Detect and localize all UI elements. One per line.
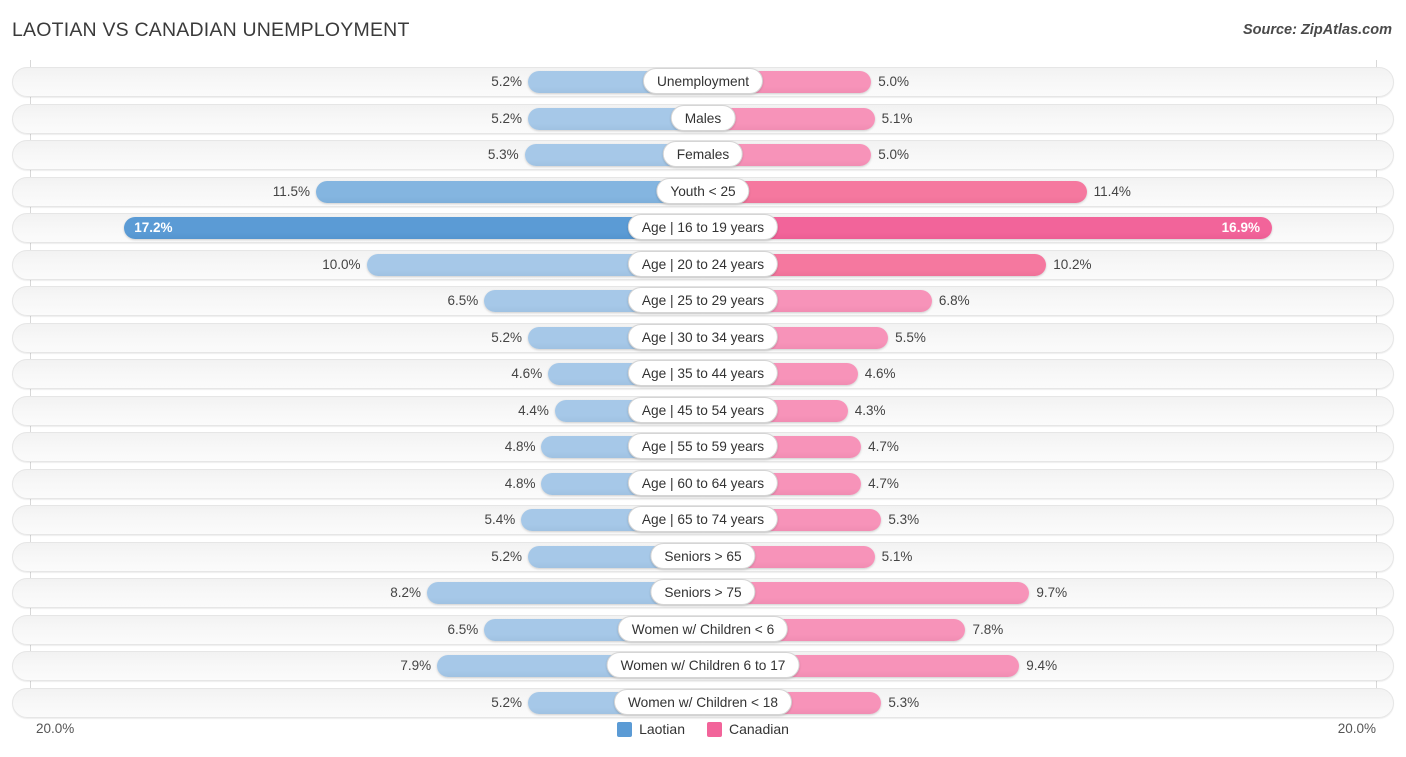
bar-value-right: 11.4%: [1093, 183, 1131, 199]
chart-row: 10.0% 10.2% Age | 20 to 24 years: [0, 247, 1406, 284]
chart-row: 11.5% 11.4% Youth < 25: [0, 174, 1406, 211]
bar-value-left: 7.9%: [400, 658, 432, 673]
bar-value-right: 10.2%: [1053, 256, 1092, 272]
chart-row: 5.2% 5.3% Women w/ Children < 18: [0, 685, 1406, 722]
bar-value-left: 4.8%: [504, 439, 536, 454]
chart-row: 6.5% 6.8% Age | 25 to 29 years: [0, 283, 1406, 320]
chart-row: 5.2% 5.1% Males: [0, 101, 1406, 138]
bar-value-right: 4.7%: [868, 475, 899, 491]
category-label[interactable]: Males: [670, 104, 736, 131]
chart-legend: Laotian Canadian: [0, 721, 1406, 737]
bar-value-right: 5.3%: [888, 694, 920, 710]
category-label[interactable]: Youth < 25: [656, 177, 750, 204]
bar-value-left: 5.3%: [487, 147, 519, 162]
bar-value-right: 6.8%: [938, 293, 970, 308]
legend-label-laotian: Laotian: [639, 721, 685, 737]
category-label[interactable]: Age | 30 to 34 years: [627, 323, 779, 350]
source-attribution: Source: ZipAtlas.com: [1242, 22, 1392, 38]
chart-plot-area: 5.2% 5.0% Unemployment 5.2% 5.1% Males 5.3% 5.0…: [0, 60, 1406, 718]
chart-row: 7.9% 9.4% Women w/ Children 6 to 17: [0, 648, 1406, 685]
chart-row: 5.3% 5.0% Females: [0, 137, 1406, 174]
bar-value-right: 16.9%: [1221, 220, 1260, 235]
page-title: LAOTIAN VS CANADIAN UNEMPLOYMENT: [12, 19, 410, 41]
chart-rows: 5.2% 5.0% Unemployment 5.2% 5.1% Males 5.3% 5.0…: [0, 64, 1406, 721]
bar-value-left: 5.2%: [491, 74, 523, 89]
chart-row: 5.4% 5.3% Age | 65 to 74 years: [0, 502, 1406, 539]
category-label[interactable]: Age | 16 to 19 years: [627, 214, 779, 240]
chart-row: 5.2% 5.0% Unemployment: [0, 64, 1406, 101]
category-label[interactable]: Unemployment: [642, 68, 764, 94]
bar-value-left: 5.4%: [484, 512, 516, 527]
legend-label-canadian: Canadian: [729, 721, 789, 737]
bar-value-left: 5.2%: [491, 329, 523, 345]
bar-value-left: 17.2%: [134, 220, 173, 235]
bar-value-left: 4.4%: [518, 402, 549, 418]
category-label[interactable]: Age | 65 to 74 years: [627, 506, 779, 532]
bar-value-left: 4.8%: [504, 475, 536, 491]
chart-row: 4.6% 4.6% Age | 35 to 44 years: [0, 356, 1406, 393]
bar-value-right: 5.3%: [888, 512, 920, 527]
bar-value-left: 5.2%: [491, 110, 523, 126]
bar-value-left: 8.2%: [390, 585, 422, 600]
category-label[interactable]: Women w/ Children < 6: [617, 615, 789, 642]
category-label[interactable]: Age | 35 to 44 years: [627, 360, 779, 386]
chart-row: 4.8% 4.7% Age | 60 to 64 years: [0, 466, 1406, 503]
bar-value-left: 6.5%: [447, 293, 479, 308]
bar-value-right: 5.0%: [878, 147, 910, 162]
category-label[interactable]: Females: [662, 141, 744, 167]
bar-value-left: 11.5%: [272, 183, 311, 199]
bar-value-right: 7.8%: [972, 621, 1004, 637]
bar-value-left: 6.5%: [447, 621, 479, 637]
bar-value-right: 5.1%: [881, 548, 913, 564]
legend-item-canadian[interactable]: Canadian: [707, 721, 789, 737]
bar-right[interactable]: [703, 180, 1087, 203]
bar-value-left: 4.6%: [511, 366, 543, 381]
bar-right[interactable]: [703, 217, 1272, 239]
category-label[interactable]: Age | 45 to 54 years: [627, 396, 779, 423]
chart-row: 8.2% 9.7% Seniors > 75: [0, 575, 1406, 612]
chart-page: LAOTIAN VS CANADIAN UNEMPLOYMENT Source:…: [0, 0, 1406, 757]
legend-swatch-laotian: [617, 721, 633, 737]
chart-row: 4.8% 4.7% Age | 55 to 59 years: [0, 429, 1406, 466]
category-label[interactable]: Women w/ Children 6 to 17: [606, 652, 800, 678]
chart-row: 6.5% 7.8% Women w/ Children < 6: [0, 612, 1406, 649]
bar-value-left: 5.2%: [491, 548, 523, 564]
category-label[interactable]: Age | 60 to 64 years: [627, 469, 779, 496]
bar-left[interactable]: [316, 180, 703, 203]
bar-value-left: 10.0%: [322, 256, 361, 272]
chart-row: 5.2% 5.5% Age | 30 to 34 years: [0, 320, 1406, 357]
bar-value-right: 5.0%: [878, 74, 910, 89]
category-label[interactable]: Age | 20 to 24 years: [627, 250, 779, 277]
bar-value-right: 9.7%: [1036, 585, 1068, 600]
category-label[interactable]: Seniors > 65: [650, 542, 756, 569]
chart-row: 17.2% 16.9% Age | 16 to 19 years: [0, 210, 1406, 247]
legend-swatch-canadian: [707, 721, 722, 737]
chart-footer: 20.0% 20.0% Laotian Canadian: [0, 715, 1406, 757]
category-label[interactable]: Seniors > 75: [650, 579, 756, 605]
bar-value-right: 5.5%: [895, 329, 926, 345]
bar-value-right: 9.4%: [1026, 658, 1058, 673]
bar-value-right: 4.3%: [854, 402, 886, 418]
chart-row: 5.2% 5.1% Seniors > 65: [0, 539, 1406, 576]
legend-item-laotian[interactable]: Laotian: [617, 721, 685, 737]
chart-row: 4.4% 4.3% Age | 45 to 54 years: [0, 393, 1406, 430]
category-label[interactable]: Age | 55 to 59 years: [627, 433, 779, 459]
bar-value-right: 5.1%: [881, 110, 913, 126]
category-label[interactable]: Age | 25 to 29 years: [627, 287, 779, 313]
bar-left[interactable]: [124, 217, 703, 239]
bar-value-left: 5.2%: [491, 694, 523, 710]
bar-value-right: 4.7%: [868, 439, 899, 454]
category-label[interactable]: Women w/ Children < 18: [613, 688, 793, 715]
bar-value-right: 4.6%: [864, 366, 896, 381]
